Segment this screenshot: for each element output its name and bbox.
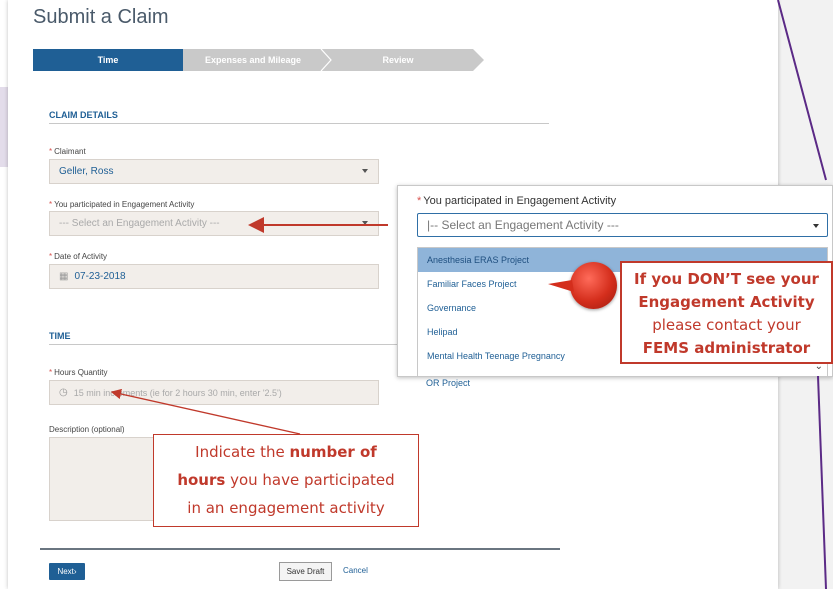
date-label: * Date of Activity xyxy=(49,252,108,261)
date-field[interactable]: ▦ 07-23-2018 xyxy=(49,264,379,289)
claimant-value: Geller, Ross xyxy=(59,166,114,177)
hours-placeholder: 15 min increments (ie for 2 hours 30 min… xyxy=(73,387,282,398)
hours-callout-line-3: in an engagement activity xyxy=(187,499,385,517)
engagement-select[interactable]: --- Select an Engagement Activity --- xyxy=(49,211,379,236)
hours-label: * Hours Quantity xyxy=(49,368,108,377)
zoom-placeholder: |-- Select an Engagement Activity --- xyxy=(427,218,619,232)
page-title: Submit a Claim xyxy=(33,6,169,28)
callout-line-3: please contact your xyxy=(652,316,801,334)
option-or-project-label[interactable]: OR Project xyxy=(417,371,797,395)
chevron-down-icon xyxy=(813,224,819,228)
date-value: 07-23-2018 xyxy=(74,271,126,282)
engagement-help-callout: If you DON’T see your Engagement Activit… xyxy=(620,261,833,364)
zoom-engagement-select[interactable]: |-- Select an Engagement Activity --- xyxy=(417,213,828,237)
step-expenses-and-mileage[interactable]: Expenses and Mileage xyxy=(183,49,323,71)
zoom-engagement-label: * You participated in Engagement Activity xyxy=(417,195,617,207)
step-review[interactable]: Review xyxy=(323,49,484,71)
hours-input[interactable]: ◷ 15 min increments (ie for 2 hours 30 m… xyxy=(49,380,379,405)
hours-callout-line-2: hours you have participated xyxy=(177,471,395,489)
step-separator-chevron xyxy=(320,49,332,71)
claimant-label: * Claimant xyxy=(49,147,86,156)
engagement-placeholder: --- Select an Engagement Activity --- xyxy=(59,218,220,229)
footer-divider xyxy=(40,548,560,550)
section-divider xyxy=(49,123,549,124)
next-button[interactable]: Next› xyxy=(49,563,85,580)
clock-icon: ◷ xyxy=(59,387,68,398)
claimant-select[interactable]: Geller, Ross xyxy=(49,159,379,184)
time-heading: TIME xyxy=(49,331,71,341)
callout-line-4: FEMS administrator xyxy=(642,339,811,357)
claim-details-heading: CLAIM DETAILS xyxy=(49,110,118,120)
chevron-down-icon xyxy=(362,169,368,173)
wizard-steps: Time Expenses and Mileage Review xyxy=(33,49,484,71)
hours-help-callout: Indicate the number of hours you have pa… xyxy=(153,434,419,527)
engagement-label: * You participated in Engagement Activity xyxy=(49,200,195,209)
hours-callout-line-1: Indicate the number of xyxy=(195,443,377,461)
red-pin-marker xyxy=(570,262,617,309)
calendar-icon: ▦ xyxy=(59,271,69,282)
callout-line-2: Engagement Activity xyxy=(638,293,815,311)
chevron-down-icon xyxy=(362,221,368,225)
save-draft-button[interactable]: Save Draft xyxy=(279,562,332,581)
callout-line-1: If you DON’T see your xyxy=(634,270,819,288)
step-time[interactable]: Time xyxy=(33,49,194,71)
description-label: Description (optional) xyxy=(49,425,125,434)
cancel-link[interactable]: Cancel xyxy=(343,566,368,575)
